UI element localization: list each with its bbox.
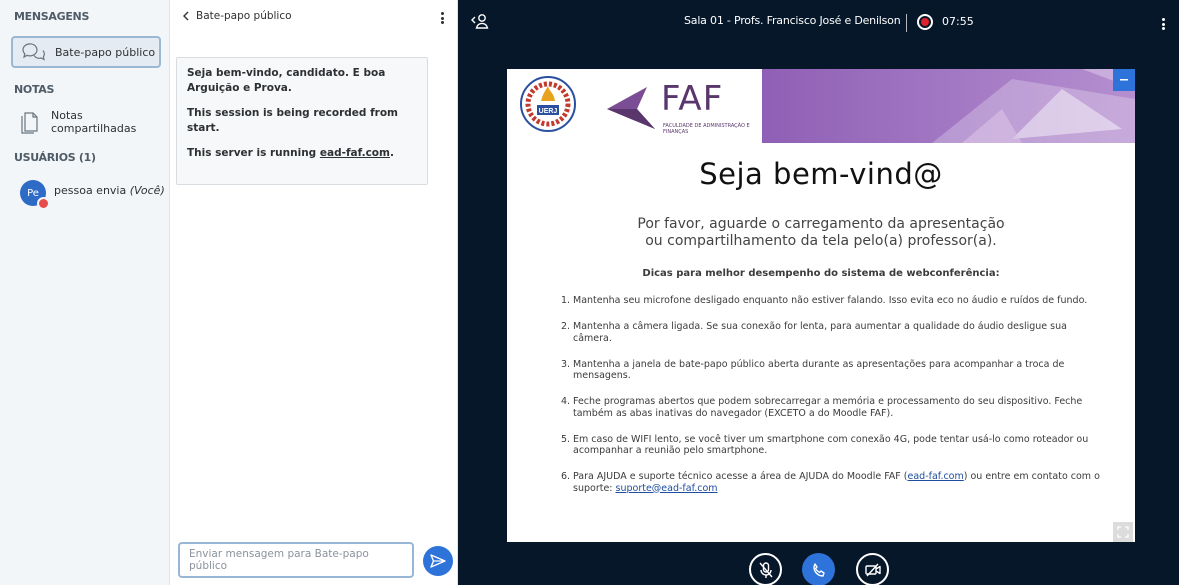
chat-options-button[interactable] — [435, 10, 449, 26]
user-display-name: pessoa envia — [54, 183, 127, 197]
chat-panel: Bate-papo público Seja bem-vindo, candid… — [170, 0, 458, 585]
faf-logo: FAF FACULDADE DE ADMINISTRAÇÃO E FINANÇA… — [605, 79, 765, 139]
users-toggle-icon — [471, 14, 489, 29]
mute-button[interactable] — [749, 553, 782, 585]
camera-button[interactable] — [856, 553, 889, 585]
mic-off-icon — [758, 561, 773, 578]
tip-text: Feche programas abertos que podem sobrec… — [573, 396, 1083, 419]
chat-title: Bate-papo público — [196, 10, 292, 22]
public-chat-label: Bate-papo público — [55, 45, 156, 59]
welcome-line-2: This session is being recorded from star… — [187, 107, 398, 134]
messages-section-title: MENSAGENS — [14, 10, 90, 23]
welcome-line-1: Seja bem-vindo, candidato. E boa Arguiçã… — [187, 67, 386, 94]
tip-text: Mantenha seu microfone desligado enquant… — [573, 295, 1088, 306]
tip-number: 4. — [561, 396, 571, 407]
send-arrow-icon — [430, 554, 446, 568]
list-item: 1. Mantenha seu microfone desligado enqu… — [561, 295, 1106, 307]
recording-time: 07:55 — [942, 15, 974, 28]
slide-title: Seja bem-vind@ — [699, 157, 943, 191]
header-decoration — [762, 69, 1135, 143]
avatar-initials: Pe — [27, 187, 39, 199]
shared-notes-label: Notas compartilhadas — [51, 109, 137, 135]
user-list-panel: MENSAGENS Bate-papo público NOTAS Notas … — [0, 0, 170, 585]
faf-wordmark: FAF — [661, 79, 724, 119]
slide-header: UERJ FAF FACULDADE DE ADMINISTRAÇÃO E FI… — [507, 69, 1135, 143]
list-item: 4. Feche programas abertos que podem sob… — [561, 396, 1106, 419]
chevron-left-icon — [183, 11, 189, 21]
send-message-button[interactable] — [423, 546, 453, 576]
user-list-item[interactable]: Pe pessoa envia (Você) — [20, 180, 165, 210]
tips-heading: Dicas para melhor desempenho do sistema … — [642, 268, 1000, 279]
welcome-line-3-suffix: . — [389, 147, 394, 159]
tip-text: Para AJUDA e suporte técnico acesse a ár… — [573, 471, 1106, 494]
list-item: 5. Em caso de WIFI lento, se você tiver … — [561, 434, 1106, 457]
tip-text: Mantenha a janela de bate-papo público a… — [573, 358, 1065, 382]
avatar: Pe — [20, 180, 50, 210]
faf-subtitle: FACULDADE DE ADMINISTRAÇÃO E FINANÇAS — [663, 123, 750, 135]
room-title: Sala 01 - Profs. Francisco José e Denils… — [684, 14, 901, 27]
you-label: (Você) — [129, 183, 165, 197]
tip-number: 5. — [561, 433, 571, 445]
welcome-message: Seja bem-vindo, candidato. E boa Arguiçã… — [176, 57, 428, 185]
slide-subtitle: Por favor, aguarde o carregamento da apr… — [507, 216, 1135, 250]
user-name: pessoa envia (Você) — [54, 184, 165, 197]
list-item: 3. Mantenha a janela de bate-papo públic… — [561, 359, 1106, 382]
tip-number: 2. — [561, 321, 571, 332]
presentation-area: Sala 01 - Profs. Francisco José e Denils… — [458, 0, 1179, 585]
phone-icon — [812, 562, 825, 577]
options-menu-button[interactable] — [1156, 16, 1170, 32]
tip-number: 1. — [561, 295, 571, 306]
tip-text-a: Para AJUDA e suporte técnico acesse a ár… — [573, 471, 908, 482]
slide-subtitle-line-1: Por favor, aguarde o carregamento da apr… — [637, 216, 1005, 232]
server-link[interactable]: ead-faf.com — [320, 147, 390, 159]
tip-number: 3. — [561, 358, 571, 370]
chat-back-button[interactable]: Bate-papo público — [182, 10, 292, 22]
presentation-slide: UERJ FAF FACULDADE DE ADMINISTRAÇÃO E FI… — [507, 69, 1135, 542]
uerj-label: UERJ — [539, 108, 558, 115]
conference-app: MENSAGENS Bate-papo público NOTAS Notas … — [0, 0, 1179, 585]
camera-off-icon — [864, 563, 881, 576]
help-link[interactable]: ead-faf.com — [908, 471, 964, 482]
tip-text: Em caso de WIFI lento, se você tiver um … — [573, 433, 1089, 457]
minimize-presentation-button[interactable] — [1113, 69, 1135, 91]
notes-section-title: NOTAS — [14, 83, 55, 96]
fullscreen-icon — [1117, 526, 1129, 538]
welcome-line-3-prefix: This server is running — [187, 147, 320, 159]
slide-subtitle-line-2: ou compartilhamento da tela pelo(a) prof… — [645, 233, 997, 249]
welcome-line-3: This server is running ead-faf.com. — [187, 146, 417, 161]
list-item: 2. Mantenha a câmera ligada. Se sua cone… — [561, 321, 1106, 344]
tip-number: 6. — [561, 471, 571, 482]
toggle-userlist-button[interactable] — [470, 13, 490, 35]
users-section-title: USUÁRIOS (1) — [14, 151, 96, 164]
fullscreen-button[interactable] — [1113, 522, 1133, 542]
tip-text: Mantenha a câmera ligada. Se sua conexão… — [573, 321, 1067, 344]
mic-muted-badge-icon — [37, 197, 50, 210]
sidebar-item-shared-notes[interactable]: Notas compartilhadas — [11, 106, 161, 138]
document-icon — [21, 112, 38, 134]
minimize-icon — [1120, 79, 1128, 81]
list-item: 6. Para AJUDA e suporte técnico acesse a… — [561, 471, 1106, 494]
uerj-logo: UERJ — [520, 76, 576, 132]
record-icon[interactable] — [917, 14, 933, 30]
leave-audio-button[interactable] — [802, 553, 835, 585]
support-email-link[interactable]: suporte@ead-faf.com — [616, 483, 718, 494]
chat-message-input[interactable]: Enviar mensagem para Bate-papo público — [178, 542, 414, 578]
chat-bubbles-icon — [22, 43, 45, 61]
tips-list: 1. Mantenha seu microfone desligado enqu… — [561, 295, 1106, 509]
chat-input-placeholder: Enviar mensagem para Bate-papo público — [189, 548, 369, 572]
title-divider — [906, 14, 907, 32]
top-bar: Sala 01 - Profs. Francisco José e Denils… — [458, 0, 1179, 45]
sidebar-item-public-chat[interactable]: Bate-papo público — [11, 36, 161, 68]
